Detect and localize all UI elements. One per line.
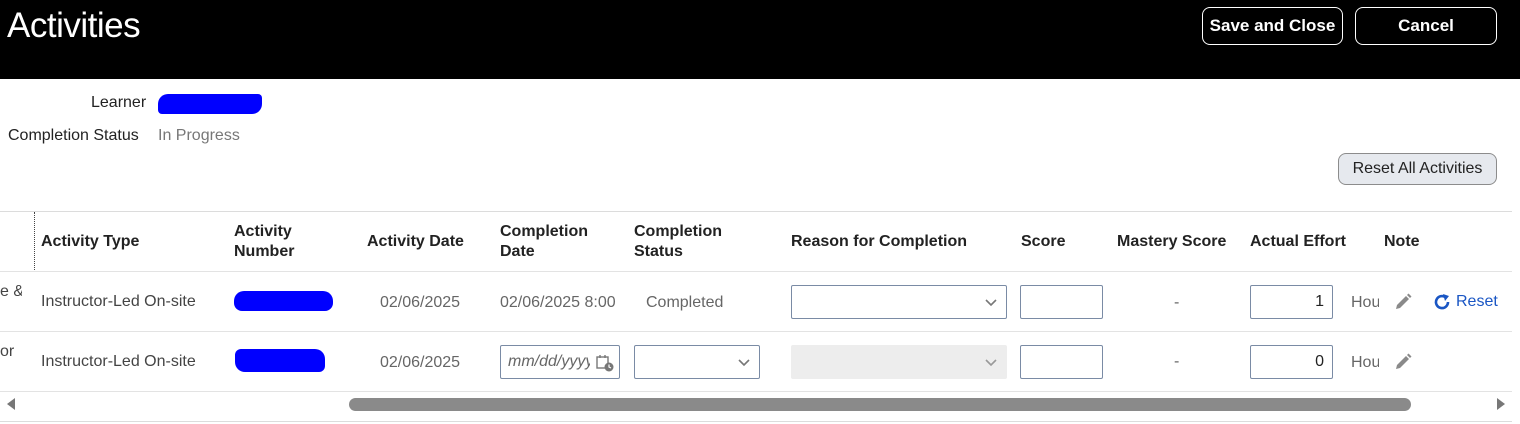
row2-actual-effort-input[interactable]: 0 [1250,345,1333,379]
row-border [0,391,1512,392]
row1-actual-effort-input[interactable]: 1 [1250,285,1333,319]
learner-label: Learner [91,94,147,111]
learner-name-redaction [158,94,262,114]
row2-mastery-score: - [1174,353,1180,370]
row2-activity-type: Instructor-Led On-site [41,353,196,370]
row1-completion-date: 02/06/2025 8:00 [500,294,616,311]
header-activity-number-line1: Activity [234,223,292,240]
table-top-border [0,211,1512,212]
header-activity-type: Activity Type [41,233,140,250]
header-score: Score [1021,233,1066,250]
scroll-thumb[interactable] [349,398,1411,411]
pencil-icon[interactable] [1393,352,1413,372]
row2-activity-date: 02/06/2025 [380,354,461,371]
row2-reason-select [791,345,1007,379]
header-activity-number-line2: Number [234,243,295,260]
header-completion-date-line1: Completion [500,223,588,240]
chevron-down-icon [985,299,997,307]
row2-activity-number-redaction [235,349,325,372]
row1-reason-select[interactable] [791,285,1007,319]
header-completion-date: Completion Date [500,222,588,262]
page-header: Activities Save and Close Cancel [0,0,1520,79]
header-completion-status: Completion Status [634,222,722,262]
date-placeholder: mm/dd/yyyy [508,353,590,370]
row1-mastery-score: - [1174,294,1180,311]
cancel-button[interactable]: Cancel [1355,7,1497,45]
chevron-down-icon [985,359,997,367]
refresh-icon [1434,294,1450,310]
row1-reset-label: Reset [1456,293,1498,310]
chevron-down-icon [738,359,750,367]
row1-truncated-name: e & [0,283,22,300]
row1-activity-date: 02/06/2025 [380,294,461,311]
column-resize-divider[interactable] [34,212,35,270]
scroll-right-arrow-icon[interactable] [1497,398,1505,410]
calendar-icon[interactable] [595,353,615,373]
header-actual-effort: Actual Effort [1250,233,1346,250]
header-activity-number: Activity Number [234,222,294,262]
row2-completion-date-input[interactable]: mm/dd/yyyy [500,345,620,379]
save-and-close-button[interactable]: Save and Close [1202,7,1343,45]
row1-score-input[interactable] [1020,285,1103,319]
header-completion-date-line2: Date [500,243,535,260]
completion-status-value: In Progress [158,127,240,144]
row2-completion-status-select[interactable] [634,345,760,379]
header-note: Note [1384,233,1420,250]
row1-completion-status: Completed [646,294,724,311]
page-title: Activities [7,6,141,45]
pencil-icon[interactable] [1393,292,1413,312]
row2-truncated-name: or [0,343,15,360]
reset-all-activities-button[interactable]: Reset All Activities [1338,153,1497,185]
row1-effort-unit: Hou [1351,294,1379,311]
header-mastery-score: Mastery Score [1117,233,1227,250]
header-activity-date: Activity Date [367,233,464,250]
scroll-left-arrow-icon[interactable] [7,398,15,410]
completion-status-label: Completion Status [8,127,139,144]
row1-activity-number-redaction [234,291,333,311]
row1-activity-type: Instructor-Led On-site [41,293,196,310]
header-completion-status-line1: Completion [634,223,722,240]
header-row-border [0,271,1512,272]
table-bottom-border [0,421,1512,422]
row2-score-input[interactable] [1020,345,1103,379]
row-border [0,331,1512,332]
header-reason-for-completion: Reason for Completion [791,233,968,250]
header-completion-status-line2: Status [634,243,683,260]
row2-effort-unit: Hou [1351,354,1379,371]
row1-reset-link[interactable]: Reset [1432,292,1498,312]
horizontal-scrollbar[interactable] [0,393,1512,417]
